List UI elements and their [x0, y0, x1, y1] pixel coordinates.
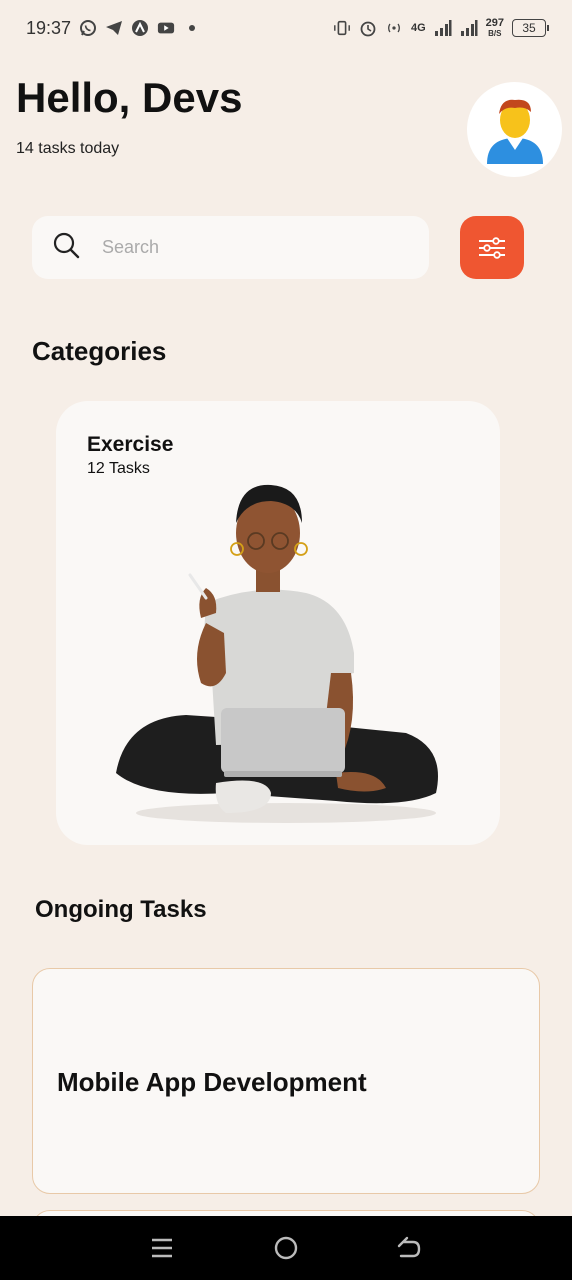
whatsapp-icon [79, 19, 97, 37]
task-card[interactable]: Mobile App Development [32, 968, 540, 1194]
category-name: Exercise [87, 433, 174, 456]
network-speed-unit: B/S [488, 28, 502, 38]
status-time: 19:37 [26, 17, 72, 38]
menu-lines-icon [152, 1238, 172, 1258]
alarm-icon [359, 19, 377, 37]
sliders-icon [479, 236, 505, 259]
search-input[interactable] [102, 237, 382, 258]
avatar[interactable] [467, 82, 562, 177]
greeting-title: Hello, Devs [16, 74, 243, 121]
categories-title: Categories [32, 336, 167, 366]
ongoing-tasks-title: Ongoing Tasks [35, 896, 207, 923]
telegram-icon [105, 19, 123, 37]
network-type: 4G [410, 22, 426, 34]
user-avatar-icon [486, 99, 543, 164]
tasks-today-subtitle: 14 tasks today [16, 140, 120, 157]
recents-button[interactable] [142, 1228, 182, 1268]
status-right: 4G 297 B/S 35 [333, 16, 549, 39]
search-icon [52, 231, 80, 264]
network-speed-value: 297 [485, 16, 504, 29]
battery-level: 35 [522, 21, 536, 35]
home-button[interactable] [266, 1228, 306, 1268]
back-button[interactable] [390, 1228, 430, 1268]
category-card-exercise[interactable]: Exercise 12 Tasks [56, 401, 500, 845]
signal-icon [434, 19, 452, 37]
filter-button[interactable] [460, 216, 524, 279]
notification-dot [189, 25, 196, 31]
category-task-count: 12 Tasks [87, 460, 150, 477]
back-arrow-icon [397, 1236, 421, 1258]
signal-icon-2 [460, 19, 478, 37]
task-title: Mobile App Development [57, 1067, 367, 1097]
system-nav-bar [0, 1216, 572, 1280]
status-bar: 19:37 4G 297 B/S 35 [0, 0, 572, 56]
youtube-icon [157, 19, 175, 37]
search-bar[interactable] [32, 216, 429, 279]
network-speed: 297 B/S [485, 16, 504, 39]
battery-icon: 35 [512, 19, 549, 37]
hotspot-icon [385, 19, 403, 37]
status-left: 19:37 [26, 17, 196, 39]
home-circle-icon [274, 1236, 298, 1260]
vibrate-icon [333, 19, 351, 37]
person-with-laptop-illustration [116, 484, 438, 823]
app-icon [131, 19, 149, 37]
